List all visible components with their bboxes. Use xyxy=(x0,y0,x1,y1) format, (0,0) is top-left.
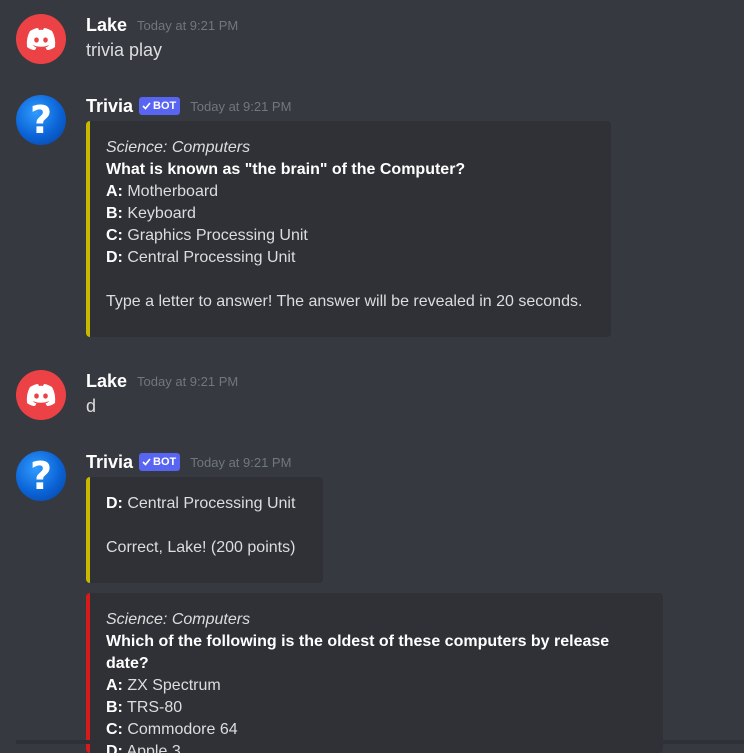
embed-footer: Type a letter to answer! The answer will… xyxy=(106,293,583,310)
username[interactable]: Trivia xyxy=(86,96,133,117)
bot-avatar[interactable]: ? xyxy=(16,95,66,145)
question-mark-icon: ? xyxy=(29,454,53,498)
question-embed: Science: Computers What is known as "the… xyxy=(86,121,611,337)
result-embed: D: Central Processing Unit Correct, Lake… xyxy=(86,477,323,583)
option-a: A: Motherboard xyxy=(106,183,219,200)
username[interactable]: Lake xyxy=(86,371,127,392)
option-c: C: Commodore 64 xyxy=(106,721,238,738)
horizontal-scrollbar[interactable] xyxy=(16,740,744,744)
option-d: D: Central Processing Unit xyxy=(106,249,296,266)
option-c: C: Graphics Processing Unit xyxy=(106,227,308,244)
bot-avatar[interactable]: ? xyxy=(16,451,66,501)
message-trivia-1: ? Trivia BOT Today at 9:21 PM Science: C… xyxy=(0,95,744,340)
timestamp: Today at 9:21 PM xyxy=(137,373,239,389)
message-text: trivia play xyxy=(86,40,163,60)
result-text: Correct, Lake! (200 points) xyxy=(106,539,296,556)
username[interactable]: Lake xyxy=(86,15,127,36)
username[interactable]: Trivia xyxy=(86,452,133,473)
discord-logo-icon xyxy=(26,384,56,406)
timestamp: Today at 9:21 PM xyxy=(137,17,239,33)
discord-logo-icon xyxy=(26,28,56,50)
checkmark-icon xyxy=(142,458,151,466)
bot-label: BOT xyxy=(153,456,177,468)
user-avatar[interactable] xyxy=(16,14,66,64)
bot-label: BOT xyxy=(153,100,177,112)
question-mark-icon: ? xyxy=(29,98,53,142)
embed-question: Which of the following is the oldest of … xyxy=(106,633,610,672)
embed-category: Science: Computers xyxy=(106,611,251,628)
timestamp: Today at 9:21 PM xyxy=(190,454,292,470)
timestamp: Today at 9:21 PM xyxy=(190,98,292,114)
option-b: B: Keyboard xyxy=(106,205,196,222)
bot-tag: BOT xyxy=(139,453,181,471)
bot-tag: BOT xyxy=(139,97,181,115)
answer-line: D: Central Processing Unit xyxy=(106,495,296,512)
message-trivia-2: ? Trivia BOT Today at 9:21 PM D: Central… xyxy=(0,451,744,753)
option-a: A: ZX Spectrum xyxy=(106,677,221,694)
user-avatar[interactable] xyxy=(16,370,66,420)
option-b: B: TRS-80 xyxy=(106,699,183,716)
message-text: d xyxy=(86,396,97,416)
embed-category: Science: Computers xyxy=(106,139,251,156)
checkmark-icon xyxy=(142,102,151,110)
message-lake-1: Lake Today at 9:21 PM trivia play xyxy=(0,14,744,74)
embed-question: What is known as "the brain" of the Comp… xyxy=(106,161,466,178)
question-embed: Science: Computers Which of the followin… xyxy=(86,593,663,753)
message-lake-2: Lake Today at 9:21 PM d xyxy=(0,370,744,430)
